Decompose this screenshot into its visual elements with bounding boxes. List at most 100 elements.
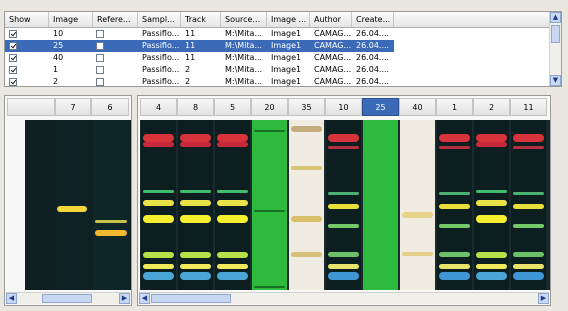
column-header-created[interactable]: Create... [352, 12, 394, 27]
reference-checkbox[interactable] [96, 78, 104, 86]
band [328, 204, 359, 209]
track-header[interactable]: 25 [362, 98, 399, 116]
band [95, 220, 127, 223]
band [143, 200, 174, 206]
band [180, 252, 211, 258]
reference-cell [93, 28, 138, 40]
track-lane [326, 120, 361, 290]
track-cell: 11 [181, 40, 221, 52]
band [328, 146, 359, 149]
band [291, 216, 322, 222]
column-header-source[interactable]: Source... [221, 12, 267, 27]
band [95, 230, 127, 236]
band [439, 272, 470, 280]
scroll-up-icon[interactable]: ▲ [550, 12, 561, 23]
image-cell: 2 [53, 77, 59, 86]
track-header[interactable]: 11 [510, 98, 547, 116]
table-row[interactable]: 1 Passiflo... 2 M:\Mita... Image1 CAMAG... 26.… [5, 64, 549, 76]
show-checkbox[interactable] [9, 42, 17, 50]
table-row[interactable]: 2 Passiflo... 2 M:\Mita... Image1 CAMAG... 26.… [5, 76, 549, 86]
track-header[interactable]: 10 [325, 98, 362, 116]
band [180, 200, 211, 206]
show-checkbox[interactable] [9, 54, 17, 62]
right-horizontal-scrollbar[interactable]: ◀ ▶ [139, 292, 549, 304]
author-cell: CAMAG... [314, 53, 352, 62]
scroll-down-icon[interactable]: ▼ [550, 75, 561, 86]
band [513, 224, 544, 228]
reference-checkbox[interactable] [96, 66, 104, 74]
chromatogram-plate [140, 120, 550, 290]
created-cell: 26.04.... [356, 65, 390, 74]
scroll-right-icon[interactable]: ▶ [119, 293, 130, 304]
band [180, 264, 211, 269]
track-header[interactable]: 8 [177, 98, 214, 116]
column-header-reference[interactable]: Refere... [93, 12, 138, 27]
band [328, 134, 359, 142]
reference-checkbox[interactable] [96, 54, 104, 62]
column-header-author[interactable]: Author [310, 12, 352, 27]
track-header[interactable]: 20 [251, 98, 288, 116]
scroll-right-icon[interactable]: ▶ [538, 293, 549, 304]
track-lane [289, 120, 324, 290]
left-horizontal-scrollbar[interactable]: ◀ ▶ [6, 292, 130, 304]
band [513, 192, 544, 195]
reference-checkbox[interactable] [96, 30, 104, 38]
table-row[interactable]: 40 Passiflo... 11 M:\Mita... Image1 CAMAG... 2… [5, 52, 549, 64]
band [180, 215, 211, 223]
show-checkbox[interactable] [9, 30, 17, 38]
scrollbar-thumb[interactable] [42, 294, 92, 303]
column-header-image-name[interactable]: Image ... [267, 12, 310, 27]
image-name-cell: Image1 [271, 29, 302, 38]
track-header[interactable]: 2 [473, 98, 510, 116]
band [217, 142, 248, 147]
show-cell [5, 64, 49, 76]
source-cell: M:\Mita... [225, 53, 263, 62]
image-name-cell: Image1 [271, 65, 302, 74]
band [476, 142, 507, 147]
track-header[interactable]: 7 [55, 98, 91, 116]
band [439, 134, 470, 142]
band [513, 146, 544, 149]
column-header-track[interactable]: Track [181, 12, 221, 27]
track-header[interactable]: 6 [91, 98, 129, 116]
scrollbar-thumb[interactable] [551, 25, 560, 43]
image-name-cell: Image1 [271, 53, 302, 62]
band [180, 190, 211, 193]
band [476, 190, 507, 193]
scroll-left-icon[interactable]: ◀ [6, 293, 17, 304]
track-header-blank [7, 98, 55, 116]
band [476, 272, 507, 280]
column-header-sample[interactable]: Sampl... [138, 12, 181, 27]
column-header-show[interactable]: Show [5, 12, 49, 27]
track-header[interactable]: 4 [140, 98, 177, 116]
show-checkbox[interactable] [9, 66, 17, 74]
column-header-image[interactable]: Image [49, 12, 93, 27]
band [217, 264, 248, 269]
track-lane [93, 120, 129, 290]
show-cell [5, 76, 49, 86]
band [143, 264, 174, 269]
source-cell: M:\Mita... [225, 29, 263, 38]
band [439, 204, 470, 209]
table-vertical-scrollbar[interactable]: ▲ ▼ [549, 12, 561, 86]
band [143, 134, 174, 142]
track-header[interactable]: 40 [399, 98, 436, 116]
author-cell: CAMAG... [310, 40, 352, 52]
table-row[interactable]: 25 Passiflo... 11 M:\Mita... Image1 CAMAG... 2… [5, 40, 549, 52]
image-metadata-table[interactable]: Show Image Refere... Sampl... Track Sour… [4, 11, 562, 87]
show-checkbox[interactable] [9, 78, 17, 86]
track-header[interactable]: 35 [288, 98, 325, 116]
created-cell: 26.04.... [356, 29, 390, 38]
created-cell: 26.04.... [356, 53, 390, 62]
image-cell: 40 [53, 53, 64, 62]
track-header[interactable]: 1 [436, 98, 473, 116]
table-row[interactable]: 10 Passiflo... 11 M:\Mita... Image1 CAMAG... 2… [5, 28, 549, 40]
band [476, 252, 507, 258]
reference-checkbox[interactable] [96, 42, 104, 50]
band [476, 215, 507, 223]
track-header[interactable]: 5 [214, 98, 251, 116]
scroll-left-icon[interactable]: ◀ [139, 293, 150, 304]
band [439, 252, 470, 257]
scrollbar-thumb[interactable] [151, 294, 231, 303]
band [476, 264, 507, 269]
